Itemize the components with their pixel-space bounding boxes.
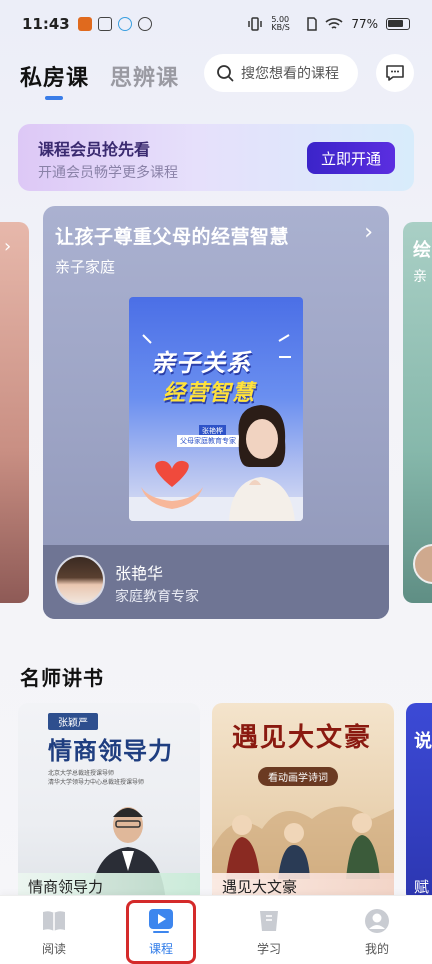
- teacher-avatar: [55, 555, 105, 605]
- next-card-avatar: [413, 544, 432, 584]
- carousel-next-card[interactable]: 绘 亲: [403, 222, 432, 603]
- app-notification-icon: [137, 17, 152, 31]
- search-placeholder: 搜您想看的课程: [241, 66, 339, 82]
- membership-banner[interactable]: 课程会员抢先看 开通会员畅学更多课程 立即开通: [18, 124, 414, 191]
- status-right: 5.00 KB/S 77%: [247, 16, 410, 32]
- scholar-figures-illustration: [212, 806, 394, 879]
- teacher-info[interactable]: 张艳华 家庭教育专家: [43, 545, 389, 619]
- next-card-category: 亲: [413, 269, 427, 285]
- vibrate-icon: [248, 17, 263, 31]
- next-card-title: 绘: [413, 240, 431, 261]
- book-card[interactable]: 说 赋: [406, 703, 432, 903]
- poster-title-line1: 亲子关系: [151, 349, 251, 377]
- tab-private-course[interactable]: 私房课: [20, 60, 89, 92]
- wifi-icon: [325, 18, 343, 29]
- battery-percent: 77%: [351, 17, 378, 31]
- section-title: 名师讲书: [20, 666, 104, 690]
- battery-icon: [386, 18, 410, 30]
- network-speed: 5.00 KB/S: [271, 15, 290, 32]
- chevron-right-icon[interactable]: ›: [364, 220, 373, 245]
- book-label: 遇见大文豪: [222, 878, 298, 896]
- book-cover-title: 情商领导力: [48, 737, 173, 765]
- featured-course-card[interactable]: 让孩子尊重父母的经营智慧 › 亲子家庭 亲子关系 经营智慧 张艳桦 父母家庭教育…: [43, 206, 389, 619]
- book-label: 情商领导力: [28, 878, 104, 896]
- cover-line: 北京大学总裁班授课导师: [48, 770, 115, 777]
- heart-hands-illustration: [141, 460, 203, 509]
- teacher-name: 张艳华: [115, 564, 164, 583]
- presenter-photo: [229, 405, 295, 521]
- book-cover-title: 说: [414, 731, 432, 752]
- book-cover-subtitle: 看动画学诗词: [258, 767, 338, 786]
- book-author-tag: 张颖严: [48, 713, 98, 730]
- app-notification-icon: [97, 17, 112, 31]
- message-button[interactable]: [376, 54, 414, 92]
- book-card[interactable]: 张颖严 情商领导力 北京大学总裁班授课导师 清华大学领导力中心总裁班授课导师 情…: [18, 703, 200, 903]
- book-label: 赋: [414, 878, 430, 896]
- search-bar[interactable]: 搜您想看的课程: [204, 54, 358, 92]
- status-time: 11:43: [22, 15, 70, 33]
- course-poster[interactable]: 亲子关系 经营智慧 张艳桦 父母家庭教育专家: [129, 297, 303, 521]
- teacher-title: 家庭教育专家: [115, 589, 199, 605]
- active-tab-highlight-box: [126, 900, 196, 964]
- cover-line: 清华大学领导力中心总裁班授课导师: [48, 779, 145, 786]
- course-title: 让孩子尊重父母的经营智慧: [55, 226, 290, 248]
- banner-subtitle: 开通会员畅学更多课程: [38, 165, 178, 181]
- book-cover-lines: 北京大学总裁班授课导师 清华大学领导力中心总裁班授课导师: [48, 769, 144, 787]
- search-icon: [217, 65, 234, 82]
- sim-icon: [307, 17, 318, 31]
- nav-item-study[interactable]: 学习: [229, 896, 309, 964]
- bottom-navigation: 阅读 课程 学习 我的: [0, 895, 432, 964]
- carousel-prev-card[interactable]: ›: [0, 222, 29, 603]
- profile-icon: [365, 909, 389, 933]
- nav-label: 我的: [364, 942, 389, 956]
- app-notification-icon: [117, 17, 132, 31]
- app-notification-icon: [77, 17, 92, 31]
- course-category: 亲子家庭: [55, 258, 116, 276]
- tab-debate-course[interactable]: 思辨课: [110, 60, 179, 92]
- study-icon: [260, 911, 278, 931]
- nav-item-profile[interactable]: 我的: [337, 896, 417, 964]
- book-cover-title: 遇见大文豪: [232, 723, 373, 753]
- active-tab-indicator: [45, 96, 63, 100]
- book-card[interactable]: 遇见大文豪 看动画学诗词 遇见大文豪: [212, 703, 394, 903]
- banner-title: 课程会员抢先看: [38, 140, 151, 159]
- notification-icons: [77, 17, 152, 31]
- nav-label: 阅读: [41, 942, 66, 956]
- book-icon: [43, 911, 65, 931]
- nav-item-read[interactable]: 阅读: [14, 896, 94, 964]
- message-icon: [386, 65, 404, 81]
- chevron-right-icon: ›: [4, 236, 12, 257]
- status-bar: 11:43 5.00 KB/S 77%: [0, 0, 432, 48]
- header: 私房课 思辨课 搜您想看的课程: [0, 52, 432, 100]
- open-membership-button[interactable]: 立即开通: [307, 142, 395, 174]
- nav-label: 学习: [256, 942, 281, 956]
